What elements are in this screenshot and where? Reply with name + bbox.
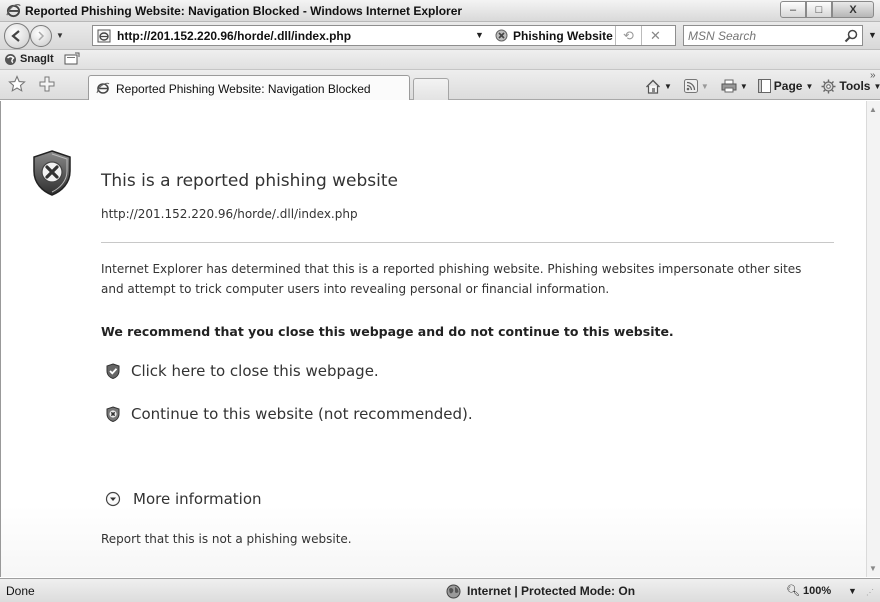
capture-icon[interactable] [64,52,80,66]
status-text: Done [6,584,35,598]
report-not-phishing-link[interactable]: Report that this is not a phishing websi… [101,532,352,546]
command-bar: ▼ ▼ ▼ Page ▼ Tools ▼ [642,76,880,96]
page-icon [97,29,111,43]
snagit-button[interactable]: SnagIt [20,53,54,65]
tab-toolbar: Reported Phishing Website: Navigation Bl… [0,70,880,100]
continue-website-link[interactable]: Continue to this website (not recommende… [105,403,473,425]
back-button[interactable] [4,23,30,49]
print-icon [721,79,737,93]
tab-label: Reported Phishing Website: Navigation Bl… [116,82,371,96]
zoom-level[interactable]: 100% [803,585,831,597]
page-menu-icon [757,79,771,93]
more-information-toggle[interactable]: More information [105,488,262,510]
green-shield-icon [106,363,120,379]
tools-dropdown-icon[interactable]: ▼ [873,82,880,91]
new-tab-button[interactable] [413,78,449,100]
forward-arrow-icon [38,31,45,41]
rss-feed-icon [683,79,698,93]
stop-button[interactable]: ✕ [641,26,669,45]
close-webpage-label[interactable]: Click here to close this webpage. [131,362,379,380]
phishing-warning-icon[interactable] [495,29,508,42]
close-window-button[interactable]: X [832,1,874,18]
search-options-dropdown-icon[interactable]: ▼ [868,30,877,40]
blocked-shield-icon [33,150,71,196]
page-content: This is a reported phishing website http… [0,101,866,577]
print-button[interactable]: ▼ [718,76,751,96]
window-controls: – □ X [780,1,874,19]
red-shield-icon [106,406,120,422]
security-zone[interactable]: Internet | Protected Mode: On [446,583,635,599]
print-dropdown-icon[interactable]: ▼ [740,82,748,91]
snagit-icon[interactable] [4,53,17,66]
add-favorite-icon[interactable] [38,75,56,93]
scroll-down-icon[interactable]: ▼ [869,564,877,573]
toolbar-overflow-chevron-icon[interactable]: » [870,70,876,81]
vertical-scrollbar[interactable]: ▲ ▼ [866,101,880,577]
favorites-star-icon[interactable] [8,75,26,93]
feeds-dropdown-icon[interactable]: ▼ [701,82,709,91]
home-dropdown-icon[interactable]: ▼ [664,82,672,91]
zoom-control[interactable]: 🔍︎ 100% [786,584,831,598]
zone-label[interactable]: Internet | Protected Mode: On [467,584,635,598]
forward-button[interactable] [30,25,52,47]
resize-grip-icon[interactable]: ⋰ [866,588,876,598]
close-webpage-link[interactable]: Click here to close this webpage. [105,360,379,382]
expand-chevron-icon [105,491,121,507]
address-dropdown-icon[interactable]: ▼ [475,30,484,40]
window-title: Reported Phishing Website: Navigation Bl… [25,4,463,18]
warning-description: Internet Explorer has determined that th… [101,262,802,296]
internet-globe-icon [446,584,461,598]
page-menu-label[interactable]: Page [774,79,803,93]
zoom-dropdown-icon[interactable]: ▼ [848,586,857,596]
refresh-button[interactable]: ⟲ [615,26,641,45]
gear-icon [821,79,836,93]
tab-page-icon [96,82,110,94]
minimize-button[interactable]: – [780,1,806,18]
search-icon[interactable] [844,29,858,43]
address-bar[interactable]: http://201.152.220.96/horde/.dll/index.p… [92,25,676,46]
divider [101,242,834,243]
title-bar: Reported Phishing Website: Navigation Bl… [0,0,880,22]
blocked-url: http://201.152.220.96/horde/.dll/index.p… [101,207,358,221]
address-toolbar: ▼ http://201.152.220.96/horde/.dll/index… [0,22,880,50]
ie-logo-icon [6,4,21,18]
more-information-label[interactable]: More information [133,490,262,508]
page-dropdown-icon[interactable]: ▼ [805,82,813,91]
phishing-status-label[interactable]: Phishing Website [513,29,613,43]
search-input[interactable] [688,28,828,43]
tab-active[interactable]: Reported Phishing Website: Navigation Bl… [88,75,410,100]
back-arrow-icon [11,30,20,42]
tools-menu-label[interactable]: Tools [839,79,870,93]
search-box[interactable] [683,25,863,46]
links-toolbar: SnagIt [0,50,880,70]
home-icon [646,79,660,94]
page-menu-button[interactable]: Page ▼ [755,76,817,96]
maximize-button[interactable]: □ [806,1,832,18]
status-bar: Done Internet | Protected Mode: On 🔍︎ 10… [0,578,880,602]
continue-website-label[interactable]: Continue to this website (not recommende… [131,405,473,423]
scroll-up-icon[interactable]: ▲ [869,105,877,114]
zoom-icon: 🔍︎ [786,585,800,597]
recommendation-text: We recommend that you close this webpage… [101,324,674,339]
home-button[interactable]: ▼ [642,76,675,96]
address-url[interactable]: http://201.152.220.96/horde/.dll/index.p… [117,29,351,43]
recent-pages-dropdown-icon[interactable]: ▼ [56,31,64,40]
feeds-button[interactable]: ▼ [681,76,712,96]
page-heading: This is a reported phishing website [101,171,398,191]
